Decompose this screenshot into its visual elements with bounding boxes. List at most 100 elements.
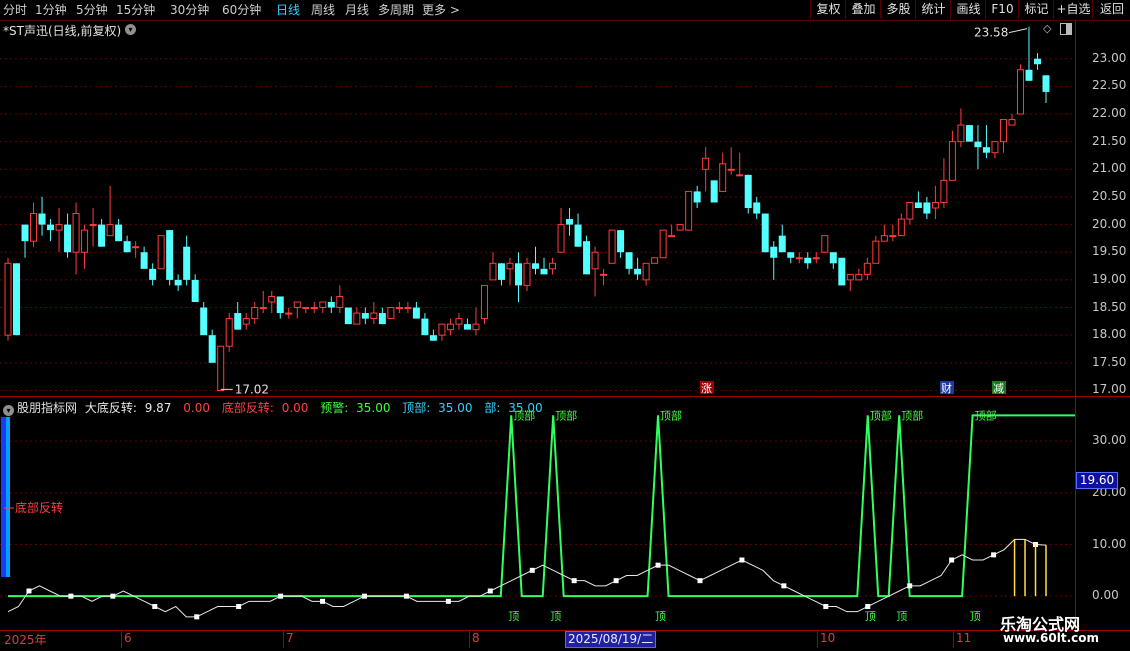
bottom-signal-bar	[6, 417, 10, 577]
candle-body	[965, 125, 973, 142]
candle-body	[846, 273, 854, 281]
bottom-reversal-point	[613, 578, 619, 584]
candle-body	[225, 318, 233, 347]
bottom-signal-label: 底部反转	[15, 500, 63, 515]
candle-body	[685, 190, 693, 231]
date-tick-label: 6	[124, 631, 132, 645]
candle-body	[115, 224, 123, 242]
candle-body	[906, 201, 914, 220]
cursor-date-label: 2025/08/19/二	[565, 631, 657, 648]
bottom-reversal-point	[361, 593, 367, 599]
candle-body	[566, 219, 574, 225]
price-tick-label: 22.00	[1092, 106, 1127, 120]
candle-body	[821, 235, 829, 253]
current-value-badge: 19.60	[1076, 472, 1118, 489]
candle-body	[617, 230, 625, 253]
candle-body	[361, 313, 369, 319]
candle-body	[13, 263, 21, 336]
top-signal-label: 顶部	[870, 408, 892, 422]
top-signal-label: 顶部	[975, 408, 997, 422]
bottom-reversal-point	[697, 578, 703, 584]
bottom-reversal-point	[26, 588, 32, 594]
candle-body	[166, 230, 174, 280]
candle-body	[276, 296, 284, 314]
back-button[interactable]: 返回	[1092, 0, 1130, 19]
date-tick-label: 8	[472, 631, 480, 645]
low-price-label: 17.02	[235, 382, 269, 396]
candle-body	[940, 179, 948, 203]
date-tick-mark	[817, 630, 818, 648]
candle-body	[183, 246, 191, 280]
candle-body	[89, 224, 97, 227]
top-short-label: 顶	[508, 610, 519, 623]
price-tick-label: 18.50	[1092, 299, 1127, 314]
candle-body	[268, 295, 276, 303]
candle-body	[302, 307, 310, 310]
candle-body	[480, 284, 488, 320]
candle-body	[98, 224, 106, 247]
candle-body	[506, 262, 514, 270]
candle-body	[123, 241, 131, 253]
indicator-chart: 底部反转 顶部顶 顶部顶 顶部顶 顶部顶 顶部顶 顶部顶	[0, 408, 1075, 623]
bottom-reversal-point	[655, 562, 661, 568]
candle-body	[872, 240, 880, 264]
candle-body	[200, 307, 208, 336]
candle-body	[327, 302, 335, 308]
candle-body	[702, 157, 710, 170]
candle-body	[157, 235, 165, 270]
event-mark-label: 财	[941, 381, 952, 395]
candle-body	[1008, 119, 1016, 126]
candle-body	[931, 201, 939, 209]
candle-body	[1016, 69, 1024, 115]
high-pointer-line	[1008, 28, 1028, 34]
candle-body	[242, 318, 250, 325]
candle-body	[344, 307, 352, 325]
high-price-label: 23.58	[974, 26, 1008, 40]
candle-body	[889, 235, 897, 238]
bottom-reversal-point	[571, 578, 577, 584]
candle-body	[753, 202, 761, 214]
candle-body	[191, 279, 199, 302]
candle-body	[957, 124, 965, 143]
candle-body	[923, 202, 931, 214]
candle-body	[429, 335, 437, 341]
top-short-label: 顶	[655, 610, 666, 623]
candle-body	[472, 323, 480, 331]
bottom-reversal-point	[110, 593, 116, 599]
price-tick-label: 23.00	[1092, 50, 1127, 65]
candle-body	[914, 202, 922, 208]
price-tick-label: 20.50	[1092, 188, 1127, 203]
bottom-reversal-point	[403, 593, 409, 599]
candle-body	[549, 262, 557, 270]
candle-body	[1025, 69, 1033, 81]
candle-body	[642, 262, 650, 281]
candle-body	[310, 307, 318, 310]
candle-body	[600, 273, 608, 276]
price-tick-label: 19.50	[1092, 244, 1127, 259]
warning-series-line	[8, 414, 1075, 598]
candle-body	[710, 180, 718, 203]
candle-body	[336, 295, 344, 309]
candle-body	[106, 224, 114, 237]
candle-body	[778, 235, 786, 253]
candle-body	[651, 257, 659, 264]
price-tick-label: 20.00	[1092, 216, 1127, 231]
bottom-reversal-point	[194, 614, 200, 620]
candle-body	[30, 213, 38, 242]
candle-body	[140, 252, 148, 269]
candle-body	[659, 229, 667, 259]
bottom-reversal-point	[739, 557, 745, 563]
bottom-reversal-point	[949, 557, 955, 563]
candle-body	[999, 119, 1007, 143]
candle-body	[149, 268, 157, 280]
candle-body	[285, 312, 293, 315]
candle-body	[55, 224, 63, 231]
candle-body	[404, 307, 412, 310]
candle-body	[693, 191, 701, 203]
candle-body	[174, 279, 182, 286]
candle-body	[4, 262, 12, 336]
candle-body	[81, 229, 89, 253]
candle-body	[395, 307, 403, 310]
candle-body	[787, 252, 795, 258]
bottom-reversal-point	[907, 583, 913, 589]
